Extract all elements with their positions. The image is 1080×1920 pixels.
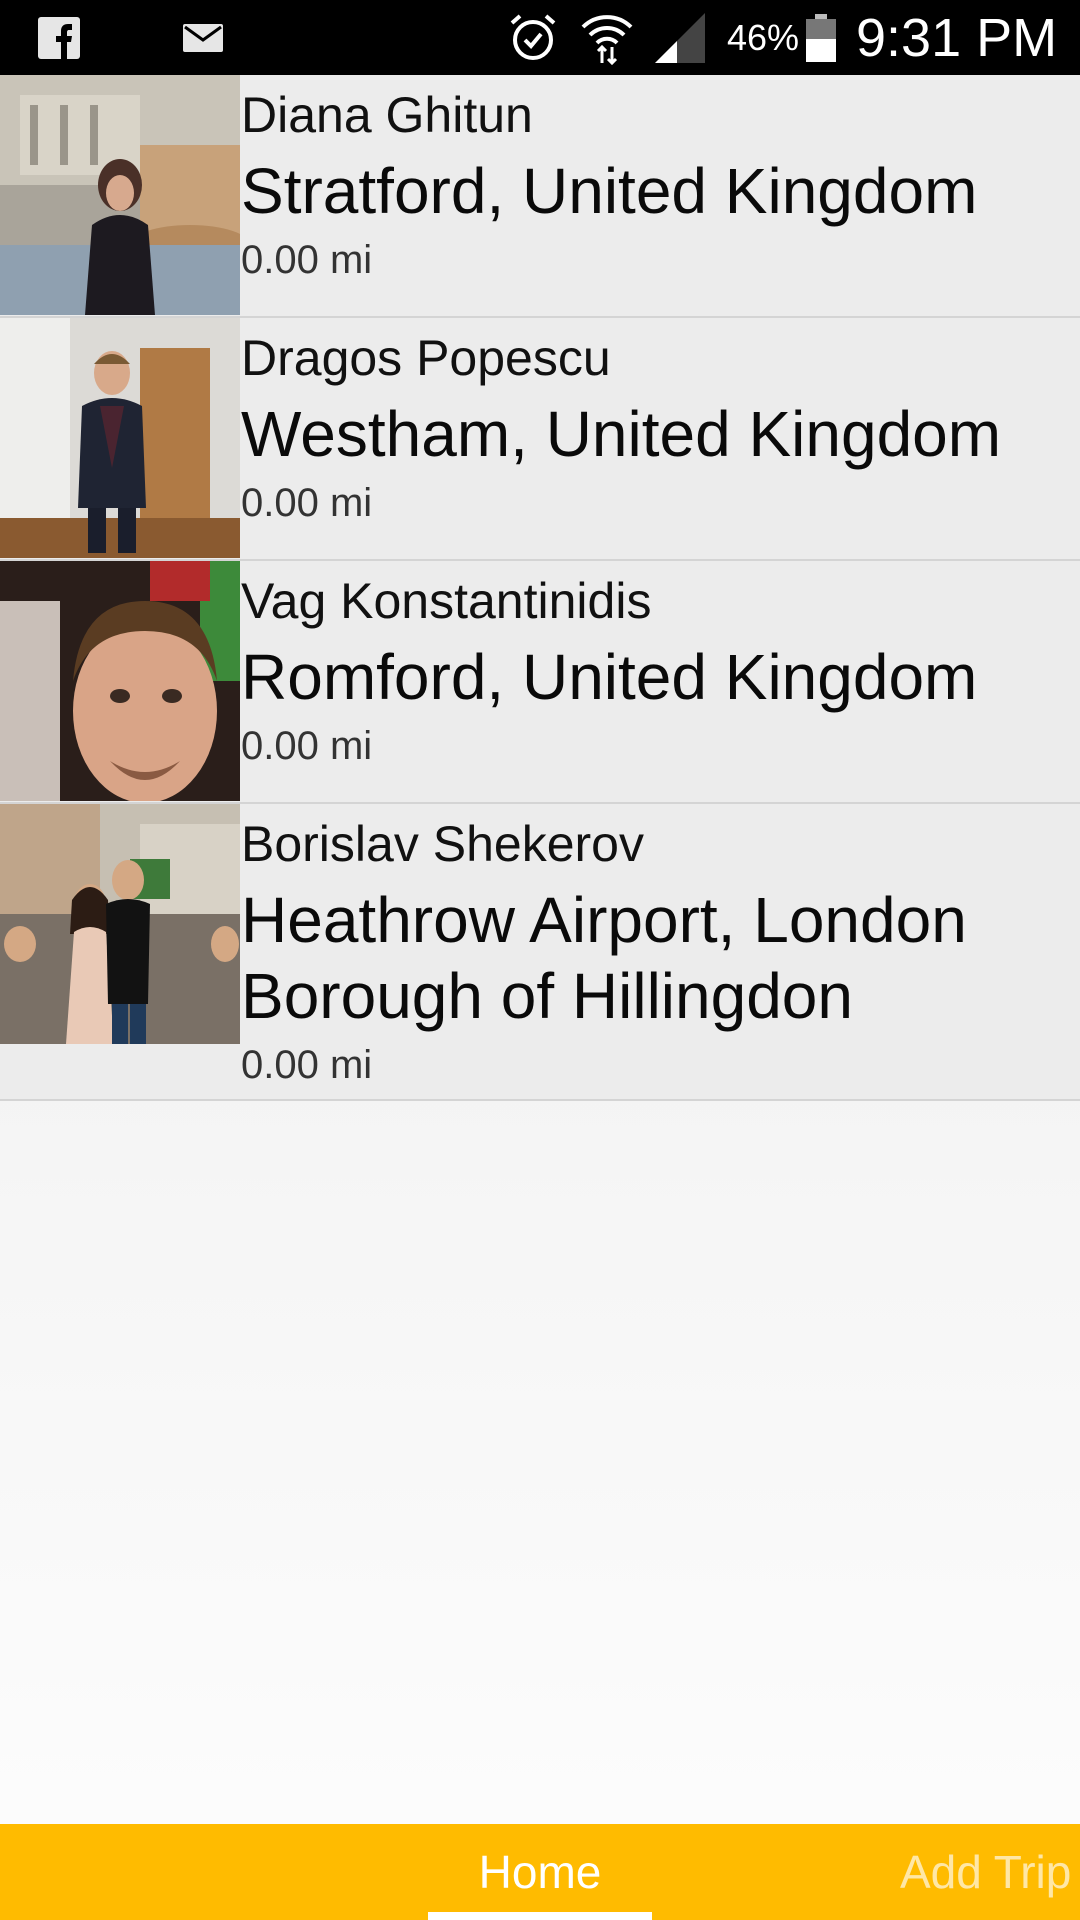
contact-text: Borislav Shekerov Heathrow Airport, Lond… bbox=[241, 804, 1071, 1090]
contact-distance: 0.00 mi bbox=[241, 724, 373, 768]
contact-location: Stratford, United Kingdom bbox=[241, 155, 978, 227]
contact-text: Dragos Popescu Westham, United Kingdom 0… bbox=[241, 318, 1071, 528]
contact-name: Diana Ghitun bbox=[241, 87, 533, 143]
contact-name: Vag Konstantinidis bbox=[241, 573, 652, 629]
tab-bar: Home Add Trip bbox=[0, 1824, 1080, 1920]
contact-list: Diana Ghitun Stratford, United Kingdom 0… bbox=[0, 75, 1080, 1101]
contact-row[interactable]: Borislav Shekerov Heathrow Airport, Lond… bbox=[0, 804, 1080, 1101]
status-bar: 46% 9:31 PM bbox=[0, 0, 1080, 75]
contact-location: Westham, United Kingdom bbox=[241, 398, 1002, 470]
tab-add-trip[interactable]: Add Trip bbox=[900, 1824, 1080, 1920]
battery-percent: 46% bbox=[727, 16, 800, 58]
avatar bbox=[0, 318, 240, 558]
avatar bbox=[0, 804, 240, 1044]
mail-icon bbox=[183, 0, 223, 75]
avatar bbox=[0, 75, 240, 315]
alarm-icon bbox=[508, 0, 558, 75]
contact-row[interactable]: Dragos Popescu Westham, United Kingdom 0… bbox=[0, 318, 1080, 561]
contact-text: Vag Konstantinidis Romford, United Kingd… bbox=[241, 561, 1071, 771]
battery-icon bbox=[806, 0, 836, 75]
tab-selected-indicator bbox=[428, 1912, 652, 1920]
tab-label: Add Trip bbox=[900, 1846, 1072, 1898]
tab-home[interactable]: Home bbox=[428, 1824, 652, 1920]
contact-distance: 0.00 mi bbox=[241, 1043, 373, 1087]
tab-label: Home bbox=[478, 1846, 602, 1898]
signal-icon bbox=[655, 0, 705, 75]
contact-distance: 0.00 mi bbox=[241, 481, 373, 525]
facebook-icon bbox=[38, 0, 80, 75]
clock: 9:31 PM bbox=[856, 7, 1058, 68]
contact-location: Heathrow Airport, London Borough of Hill… bbox=[241, 884, 967, 1032]
contact-distance: 0.00 mi bbox=[241, 238, 373, 282]
contact-name: Borislav Shekerov bbox=[241, 816, 644, 872]
contact-location: Romford, United Kingdom bbox=[241, 641, 978, 713]
contact-row[interactable]: Vag Konstantinidis Romford, United Kingd… bbox=[0, 561, 1080, 804]
avatar bbox=[0, 561, 240, 801]
contact-name: Dragos Popescu bbox=[241, 330, 611, 386]
contact-text: Diana Ghitun Stratford, United Kingdom 0… bbox=[241, 75, 1071, 285]
wifi-icon bbox=[580, 0, 634, 75]
contact-row[interactable]: Diana Ghitun Stratford, United Kingdom 0… bbox=[0, 75, 1080, 318]
